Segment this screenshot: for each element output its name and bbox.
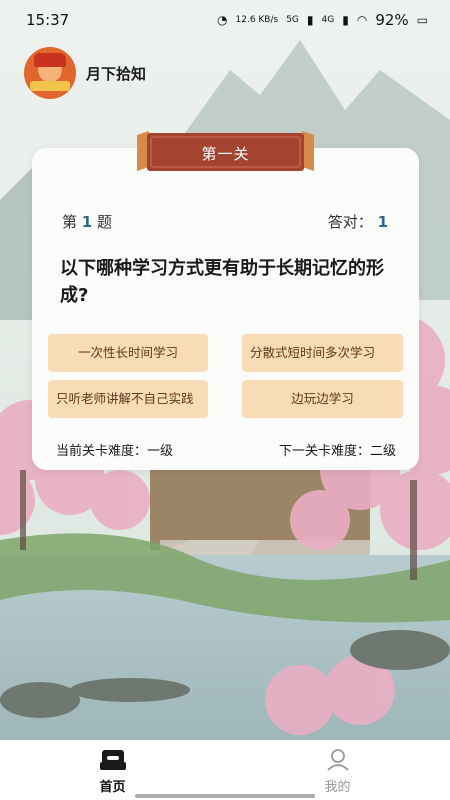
nav-mine-label: 我的 [324, 780, 351, 795]
correct-count: 答对： 1 [327, 213, 388, 231]
option-1[interactable]: 一次性长时间学习 [48, 334, 208, 372]
app-title: 月下拾知 [86, 64, 147, 83]
app-header: 月下拾知 [24, 47, 147, 99]
signal-icon: ▮ [306, 13, 314, 27]
user-icon [326, 749, 349, 771]
status-time: 15:37 [26, 11, 70, 29]
home-indicator [135, 794, 315, 798]
question-number: 第 1 题 [62, 213, 113, 231]
speed-gauge-icon: ◔ [217, 13, 228, 27]
bottom-nav: 首页 我的 [0, 740, 450, 800]
question-meta: 第 1 题 答对： 1 [62, 211, 388, 232]
difficulty-row: 当前关卡难度：一级 下一关卡难度：二级 [56, 440, 396, 459]
status-icons: ◔ 12.6 KB/s 5G ▮ 4G ▮ ◠ 92% ▭ [217, 11, 428, 29]
next-difficulty: 下一关卡难度：二级 [278, 444, 396, 459]
question-text: 以下哪种学习方式更有助于长期记忆的形成? [60, 258, 384, 306]
battery-icon: ▭ [416, 13, 428, 27]
sig1-label: 5G [286, 15, 299, 25]
avatar[interactable] [24, 47, 76, 99]
level-title: 第一关 [201, 144, 250, 163]
signal-icon-2: ▮ [342, 13, 349, 27]
level-ribbon: 第一关 [137, 131, 314, 175]
battery-percent: 92% [375, 11, 409, 29]
nav-home[interactable]: 首页 [0, 740, 225, 800]
nav-home-label: 首页 [99, 780, 126, 795]
option-3[interactable]: 只听老师讲解不自己实践 [48, 380, 208, 418]
sig2-label: 4G [321, 15, 335, 25]
option-2[interactable]: 分散式短时间多次学习 [242, 334, 403, 372]
home-icon [99, 750, 126, 770]
net-speed: 12.6 KB/s [235, 15, 279, 25]
status-bar: 15:37 ◔ 12.6 KB/s 5G ▮ 4G ▮ ◠ 92% ▭ [0, 0, 450, 40]
option-4[interactable]: 边玩边学习 [242, 380, 403, 418]
current-difficulty: 当前关卡难度：一级 [56, 444, 174, 459]
quiz-card [32, 148, 419, 470]
nav-mine[interactable]: 我的 [225, 740, 450, 800]
wifi-icon: ◠ [356, 13, 368, 27]
